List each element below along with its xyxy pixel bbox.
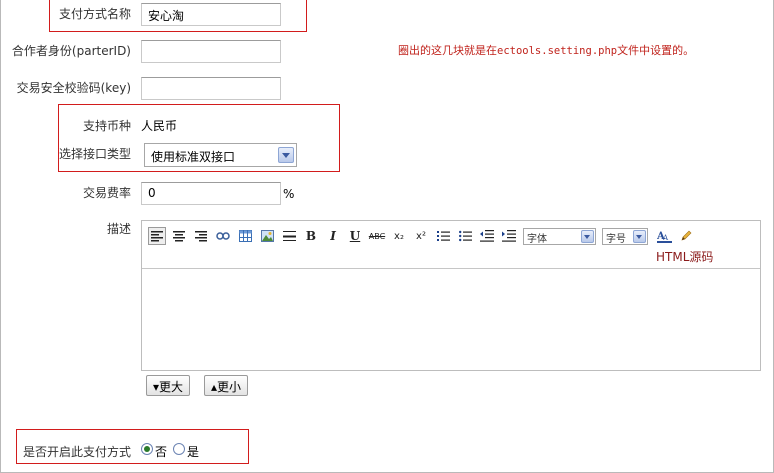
align-right-icon[interactable] [192,227,210,245]
interface-type-select[interactable]: 使用标准双接口 [144,143,297,167]
grow-editor-button[interactable]: ▾更大 [146,375,191,396]
chevron-down-icon [278,147,294,163]
unordered-list-icon[interactable] [456,227,474,245]
description-label: 描述 [106,222,131,236]
fee-rate-unit: % [283,187,295,201]
interface-type-label: 选择接口类型 [58,147,131,161]
bold-icon[interactable]: B [302,227,320,245]
align-center-icon[interactable] [170,227,188,245]
currency-value: 人民币 [141,119,178,133]
html-source-link[interactable]: HTML源码 [656,248,713,265]
fee-rate-label: 交易费率 [82,186,131,200]
enable-radio-yes[interactable] [173,443,185,455]
font-size-selected: 字号 [606,234,626,245]
editor-toolbar: B I U ABC x₂ x² 字体 字号 AA HTML源码 [142,221,760,269]
annotation-note-file: ectools.setting.php [497,45,618,57]
editor-content-area[interactable] [142,270,760,370]
font-family-select[interactable]: 字体 [523,228,596,245]
svg-text:A: A [662,234,669,242]
fee-rate-input[interactable]: 0 [141,182,281,205]
superscript-icon[interactable]: x² [412,227,430,245]
annotation-note: 圈出的这几块就是在ectools.setting.php文件中设置的。 [398,42,694,58]
table-icon[interactable] [236,227,254,245]
enable-payment-label: 是否开启此支付方式 [22,445,131,459]
enable-option-yes: 是 [187,445,200,459]
chevron-down-icon [581,230,594,243]
pay-name-input[interactable]: 安心淘 [141,3,281,26]
strikethrough-icon[interactable]: ABC [368,227,386,245]
enable-radio-no[interactable] [141,443,153,455]
ordered-list-icon[interactable] [434,227,452,245]
currency-label: 支持币种 [82,119,131,133]
annotation-note-prefix: 圈出的这几块就是在 [398,44,497,57]
shrink-editor-button[interactable]: ▴更小 [204,375,249,396]
security-key-input[interactable] [141,77,281,100]
chevron-down-icon [633,230,646,243]
enable-option-no: 否 [155,445,168,459]
partner-id-input[interactable] [141,40,281,63]
security-key-label: 交易安全校验码(key) [16,81,131,95]
image-icon[interactable] [258,227,276,245]
rich-text-editor: B I U ABC x₂ x² 字体 字号 AA HTML源码 [141,220,761,371]
align-left-icon[interactable] [148,227,166,245]
italic-icon[interactable]: I [324,227,342,245]
pencil-icon[interactable] [677,227,695,245]
subscript-icon[interactable]: x₂ [390,227,408,245]
font-size-select[interactable]: 字号 [602,228,648,245]
font-family-selected: 字体 [527,234,547,245]
font-color-icon[interactable]: AA [655,227,673,245]
interface-type-selected: 使用标准双接口 [151,150,236,164]
link-icon[interactable] [214,227,232,245]
horizontal-rule-icon[interactable] [280,227,298,245]
partner-id-label: 合作者身份(parterID) [11,44,131,58]
outdent-icon[interactable] [478,227,496,245]
annotation-note-suffix: 文件中设置的。 [617,44,695,57]
pay-name-label: 支付方式名称 [58,7,131,21]
indent-icon[interactable] [500,227,518,245]
underline-icon[interactable]: U [346,227,364,245]
